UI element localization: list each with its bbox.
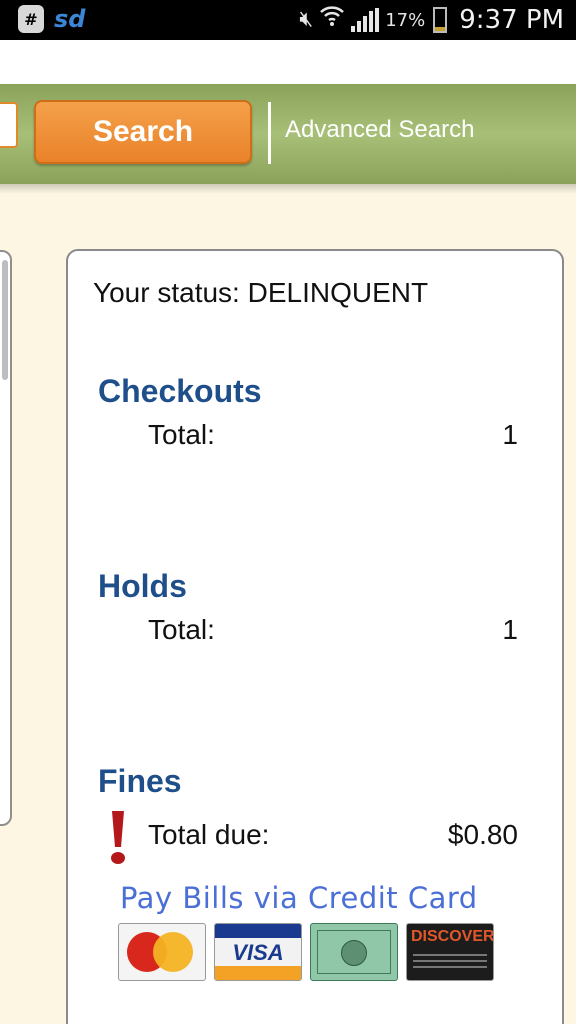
signal-icon — [351, 8, 380, 32]
advanced-search-link[interactable]: Advanced Search — [285, 116, 474, 144]
search-input[interactable] — [0, 102, 18, 148]
battery-icon — [433, 7, 448, 33]
account-status: Your status: DELINQUENT — [93, 277, 429, 308]
holds-title[interactable]: Holds — [98, 568, 187, 605]
search-bar: Search Advanced Search — [0, 84, 576, 194]
side-panel — [0, 250, 12, 826]
top-strip — [0, 40, 576, 84]
discover-icon: DISCOVER — [406, 923, 494, 981]
sd-app-icon: sd — [54, 5, 86, 33]
clock: 9:37 PM — [459, 5, 564, 35]
battery-percentage: 17% — [385, 9, 426, 31]
checkouts-title[interactable]: Checkouts — [98, 373, 262, 410]
amex-icon — [310, 923, 398, 981]
separator — [268, 102, 271, 164]
checkouts-total-label: Total: — [148, 419, 215, 450]
fines-total-label: Total due: — [148, 819, 270, 850]
wifi-icon — [319, 3, 345, 38]
alert-icon — [111, 811, 125, 864]
fines-title[interactable]: Fines — [98, 763, 182, 800]
visa-icon: VISA — [214, 923, 302, 981]
checkouts-total-value: 1 — [502, 419, 518, 450]
search-button[interactable]: Search — [34, 100, 252, 164]
account-summary-card: Your status: DELINQUENT Checkouts Total:… — [66, 249, 564, 1024]
mastercard-icon — [118, 923, 206, 981]
side-panel-scrollbar[interactable] — [2, 260, 8, 380]
status-bar: # sd 🔇︎ 17% 9:37 PM — [0, 0, 576, 40]
mute-icon: 🔇︎ — [299, 7, 314, 32]
app-notification-icon: # — [18, 5, 44, 33]
pay-bills-link[interactable]: Pay Bills via Credit Card — [120, 881, 478, 915]
holds-total-value: 1 — [502, 614, 518, 645]
credit-card-logos[interactable]: VISA DISCOVER — [118, 923, 494, 981]
holds-total-label: Total: — [148, 614, 215, 645]
fines-total-value: $0.80 — [447, 819, 518, 850]
